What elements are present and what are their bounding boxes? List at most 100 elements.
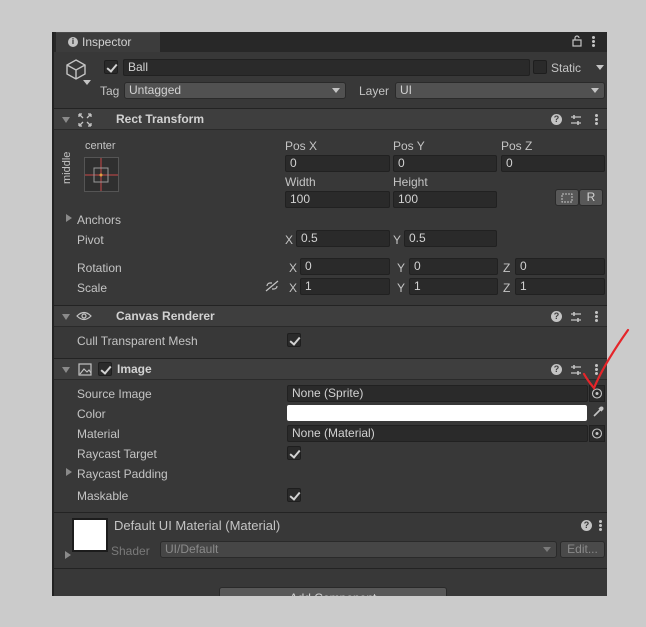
icon-dropdown-caret[interactable]: [83, 80, 91, 85]
help-icon[interactable]: ?: [551, 364, 562, 375]
tag-dropdown[interactable]: Untagged: [124, 82, 346, 99]
color-swatch-field[interactable]: [287, 405, 587, 421]
image-enabled-checkbox[interactable]: [98, 362, 112, 376]
help-icon[interactable]: ?: [551, 311, 562, 322]
static-label: Static: [551, 61, 582, 75]
material-label: Material: [77, 427, 120, 441]
object-name-field[interactable]: Ball: [123, 59, 530, 76]
pos-y-field[interactable]: 0: [393, 155, 497, 172]
fold-arrow-icon[interactable]: [62, 117, 70, 123]
shader-value: UI/Default: [165, 542, 219, 556]
tab-inspector[interactable]: i Inspector: [56, 32, 160, 52]
static-dropdown-caret[interactable]: [596, 65, 604, 70]
scale-z-axis: Z: [503, 281, 511, 295]
cull-transparent-mesh-checkbox[interactable]: [287, 333, 301, 347]
image-title: Image: [117, 362, 152, 376]
component-menu-icon[interactable]: [595, 311, 598, 322]
pos-y-label: Pos Y: [393, 139, 425, 153]
pivot-x-axis: X: [285, 233, 294, 247]
active-checkbox[interactable]: [104, 60, 118, 74]
tag-value: Untagged: [129, 83, 182, 97]
anchor-side-label: middle: [61, 151, 73, 184]
constrain-proportions-icon[interactable]: [265, 280, 279, 292]
pivot-x-field[interactable]: 0.5: [296, 230, 390, 247]
material-fold-icon[interactable]: [65, 551, 71, 559]
canvas-renderer-title: Canvas Renderer: [116, 309, 215, 323]
pos-x-field[interactable]: 0: [285, 155, 390, 172]
inspector-panel: i Inspector Ball Static Tag Untagged Lay…: [52, 32, 607, 596]
shader-dropdown[interactable]: UI/Default: [160, 541, 557, 558]
pos-z-label: Pos Z: [501, 139, 533, 153]
width-label: Width: [285, 175, 316, 189]
layer-dropdown[interactable]: UI: [395, 82, 605, 99]
target-icon: [591, 428, 603, 439]
component-menu-icon[interactable]: [595, 114, 598, 125]
fold-arrow-icon[interactable]: [62, 314, 70, 320]
rect-transform-icon: [78, 113, 92, 127]
fold-arrow-icon[interactable]: [62, 367, 70, 373]
blueprint-icon: [561, 193, 573, 203]
rotation-z-field[interactable]: 0: [515, 258, 605, 275]
rect-transform-title: Rect Transform: [116, 112, 205, 126]
image-icon: [78, 363, 92, 376]
lock-icon[interactable]: [572, 35, 582, 47]
anchor-top-label: center: [85, 140, 116, 152]
eye-icon: [76, 311, 92, 321]
pos-z-field[interactable]: 0: [501, 155, 605, 172]
presets-icon[interactable]: [570, 311, 582, 323]
help-icon[interactable]: ?: [581, 520, 592, 531]
help-icon[interactable]: ?: [551, 114, 562, 125]
scale-y-field[interactable]: 1: [409, 278, 498, 295]
width-field[interactable]: 100: [285, 191, 390, 208]
tab-bar: i Inspector: [54, 32, 607, 52]
tag-label: Tag: [100, 84, 120, 98]
material-preview-thumbnail[interactable]: [72, 518, 108, 552]
material-field[interactable]: None (Material): [287, 425, 588, 442]
presets-icon[interactable]: [570, 114, 582, 126]
image-header[interactable]: Image ?: [54, 358, 607, 380]
height-label: Height: [393, 175, 428, 189]
static-checkbox[interactable]: [533, 60, 547, 74]
material-menu-icon[interactable]: [599, 520, 602, 531]
raycast-target-label: Raycast Target: [77, 447, 157, 461]
layer-value: UI: [400, 83, 412, 97]
anchors-fold-icon[interactable]: [66, 214, 72, 222]
section-divider: [54, 512, 607, 513]
chevron-down-icon: [332, 88, 340, 93]
scale-x-field[interactable]: 1: [300, 278, 390, 295]
rotation-label: Rotation: [77, 261, 122, 275]
blueprint-mode-button[interactable]: [555, 189, 579, 206]
maskable-checkbox[interactable]: [287, 488, 301, 502]
gameobject-cube-icon[interactable]: [64, 57, 88, 81]
rotation-z-axis: Z: [503, 261, 511, 275]
add-component-button[interactable]: Add Component: [219, 587, 447, 596]
tab-menu-icon[interactable]: [592, 36, 595, 47]
raw-edit-button[interactable]: R: [579, 189, 603, 206]
raycast-padding-label[interactable]: Raycast Padding: [77, 467, 168, 481]
scale-x-axis: X: [289, 281, 298, 295]
height-field[interactable]: 100: [393, 191, 497, 208]
edit-shader-button[interactable]: Edit...: [560, 541, 605, 558]
pivot-y-field[interactable]: 0.5: [404, 230, 497, 247]
eyedropper-icon[interactable]: [591, 405, 605, 419]
raycast-padding-fold-icon[interactable]: [66, 468, 72, 476]
material-picker-button[interactable]: [589, 425, 605, 442]
canvas-renderer-header[interactable]: Canvas Renderer ?: [54, 305, 607, 327]
pos-x-label: Pos X: [285, 139, 318, 153]
material-title: Default UI Material (Material): [114, 518, 281, 533]
raycast-target-checkbox[interactable]: [287, 446, 301, 460]
source-image-field[interactable]: None (Sprite): [287, 385, 588, 402]
annotation-checkmark-icon: [582, 328, 630, 391]
anchors-label[interactable]: Anchors: [77, 213, 121, 227]
anchor-presets-button[interactable]: [84, 157, 119, 192]
rotation-y-field[interactable]: 0: [409, 258, 498, 275]
cull-transparent-mesh-label: Cull Transparent Mesh: [77, 334, 198, 348]
rect-transform-header[interactable]: Rect Transform ?: [54, 108, 607, 130]
chevron-down-icon: [543, 547, 551, 552]
rotation-x-field[interactable]: 0: [300, 258, 390, 275]
shader-label: Shader: [111, 544, 150, 558]
tab-inspector-label: Inspector: [82, 35, 132, 49]
rotation-x-axis: X: [289, 261, 298, 275]
scale-y-axis: Y: [397, 281, 406, 295]
scale-z-field[interactable]: 1: [515, 278, 605, 295]
